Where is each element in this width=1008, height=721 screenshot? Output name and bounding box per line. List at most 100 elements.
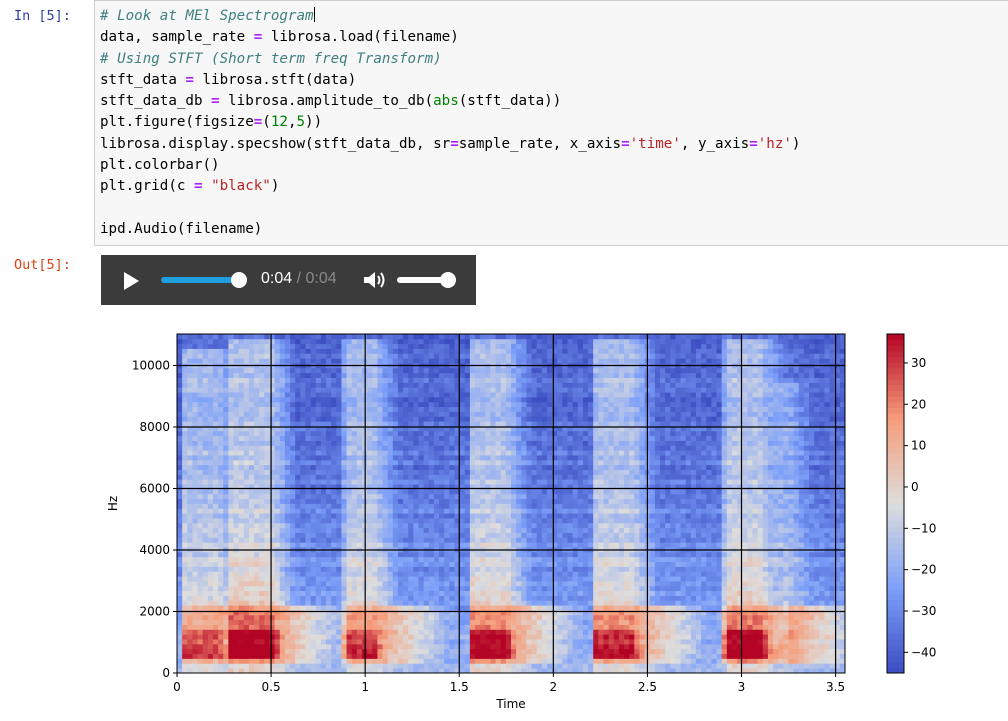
- spectrogram-cell: [197, 629, 204, 635]
- spectrogram-cell: [228, 367, 234, 374]
- spectrogram-cell: [500, 334, 507, 340]
- spectrogram-cell: [500, 580, 507, 587]
- spectrogram-cell: [485, 600, 491, 606]
- spectrogram-cell: [207, 464, 214, 470]
- spectrogram-cell: [500, 377, 507, 383]
- spectrogram-cell: [326, 610, 332, 616]
- spectrogram-cell: [238, 474, 245, 480]
- spectrogram-cell: [274, 585, 281, 592]
- spectrogram-cell: [177, 503, 183, 509]
- spectrogram-cell: [423, 619, 430, 625]
- spectrogram-cell: [279, 580, 286, 587]
- spectrogram-cell: [336, 595, 342, 601]
- spectrogram-cell: [403, 566, 409, 572]
- play-icon[interactable]: [124, 272, 139, 290]
- spectrogram-cell: [403, 479, 409, 485]
- volume-handle[interactable]: [440, 272, 456, 288]
- spectrogram-cell: [274, 556, 281, 563]
- spectrogram-cell: [212, 430, 219, 437]
- spectrogram-cell: [439, 663, 445, 669]
- spectrogram-cell: [392, 406, 399, 412]
- spectrogram-cell: [331, 561, 337, 567]
- spectrogram-cell: [485, 372, 491, 378]
- spectrogram-cell: [505, 469, 512, 475]
- spectrogram-cell: [233, 619, 240, 625]
- spectrogram-cell: [264, 634, 270, 640]
- spectrogram-cell: [351, 401, 358, 408]
- spectrogram-cell: [367, 576, 373, 582]
- spectrogram-cell: [387, 508, 394, 514]
- spectrogram-cell: [192, 474, 198, 480]
- volume-icon[interactable]: [363, 271, 387, 289]
- spectrogram-cell: [218, 498, 224, 504]
- spectrogram-cell: [341, 435, 347, 441]
- spectrogram-cell: [382, 600, 389, 606]
- spectrogram-cell: [336, 348, 342, 354]
- spectrogram-cell: [254, 421, 260, 427]
- spectrogram-cell: [367, 401, 373, 408]
- spectrogram-cell: [372, 551, 378, 558]
- spectrogram-cell: [536, 532, 543, 538]
- spectrogram-cell: [326, 503, 332, 509]
- spectrogram-cell: [464, 503, 471, 509]
- spectrogram-cell: [392, 537, 399, 543]
- spectrogram-cell: [464, 595, 471, 601]
- spectrogram-cell: [305, 358, 311, 364]
- spectrogram-cell: [536, 503, 543, 509]
- spectrogram-cell: [387, 663, 394, 669]
- spectrogram-cell: [346, 653, 353, 659]
- spectrogram-cell: [403, 648, 409, 655]
- spectrogram-cell: [433, 353, 440, 359]
- spectrogram-cell: [439, 532, 445, 538]
- code-editor[interactable]: # Look at MEl Spectrogram data, sample_r…: [100, 6, 800, 240]
- spectrogram-cell: [408, 338, 414, 345]
- spectrogram-cell: [336, 493, 342, 500]
- spectrogram-cell: [341, 401, 347, 408]
- spectrogram-cell: [459, 619, 466, 625]
- spectrogram-cell: [377, 411, 383, 417]
- spectrogram-cell: [264, 406, 270, 412]
- spectrogram-cell: [254, 658, 260, 664]
- spectrogram-cell: [433, 513, 440, 519]
- spectrogram-cell: [238, 367, 245, 374]
- spectrogram-cell: [310, 338, 317, 345]
- spectrogram-cell: [423, 629, 430, 635]
- spectrogram-cell: [182, 498, 188, 504]
- spectrogram-cell: [274, 527, 281, 533]
- spectrogram-cell: [433, 585, 440, 592]
- spectrogram-cell: [408, 634, 414, 640]
- spectrogram-cell: [326, 527, 332, 533]
- spectrogram-cell: [377, 459, 383, 466]
- spectrogram-cell: [274, 566, 281, 572]
- spectrogram-cell: [228, 624, 234, 630]
- spectrogram-cell: [433, 372, 440, 378]
- spectrogram-cell: [387, 619, 394, 625]
- spectrogram-cell: [516, 639, 522, 645]
- spectrogram-cell: [212, 411, 219, 417]
- spectrogram-cell: [459, 430, 466, 437]
- spectrogram-cell: [284, 334, 291, 340]
- spectrogram-cell: [408, 440, 414, 446]
- spectrogram-cell: [367, 571, 373, 577]
- seek-handle[interactable]: [231, 272, 247, 288]
- spectrogram-cell: [279, 353, 286, 359]
- spectrogram-cell: [356, 406, 363, 412]
- spectrogram-cell: [449, 513, 455, 519]
- spectrogram-cell: [207, 338, 214, 345]
- spectrogram-cell: [233, 421, 240, 427]
- spectrogram-cell: [356, 401, 363, 408]
- spectrogram-cell: [290, 396, 296, 403]
- spectrogram-cell: [336, 532, 342, 538]
- spectrogram-cell: [439, 566, 445, 572]
- spectrogram-cell: [531, 542, 538, 548]
- spectrogram-cell: [418, 348, 425, 354]
- spectrogram-cell: [413, 590, 419, 596]
- seek-bar[interactable]: [161, 277, 241, 283]
- code-token: 5: [296, 114, 306, 131]
- spectrogram-cell: [490, 401, 496, 408]
- spectrogram-cell: [192, 445, 198, 451]
- spectrogram-cell: [192, 464, 198, 470]
- spectrogram-cell: [274, 358, 281, 364]
- spectrogram-cell: [485, 392, 491, 398]
- spectrogram-cell: [187, 348, 193, 354]
